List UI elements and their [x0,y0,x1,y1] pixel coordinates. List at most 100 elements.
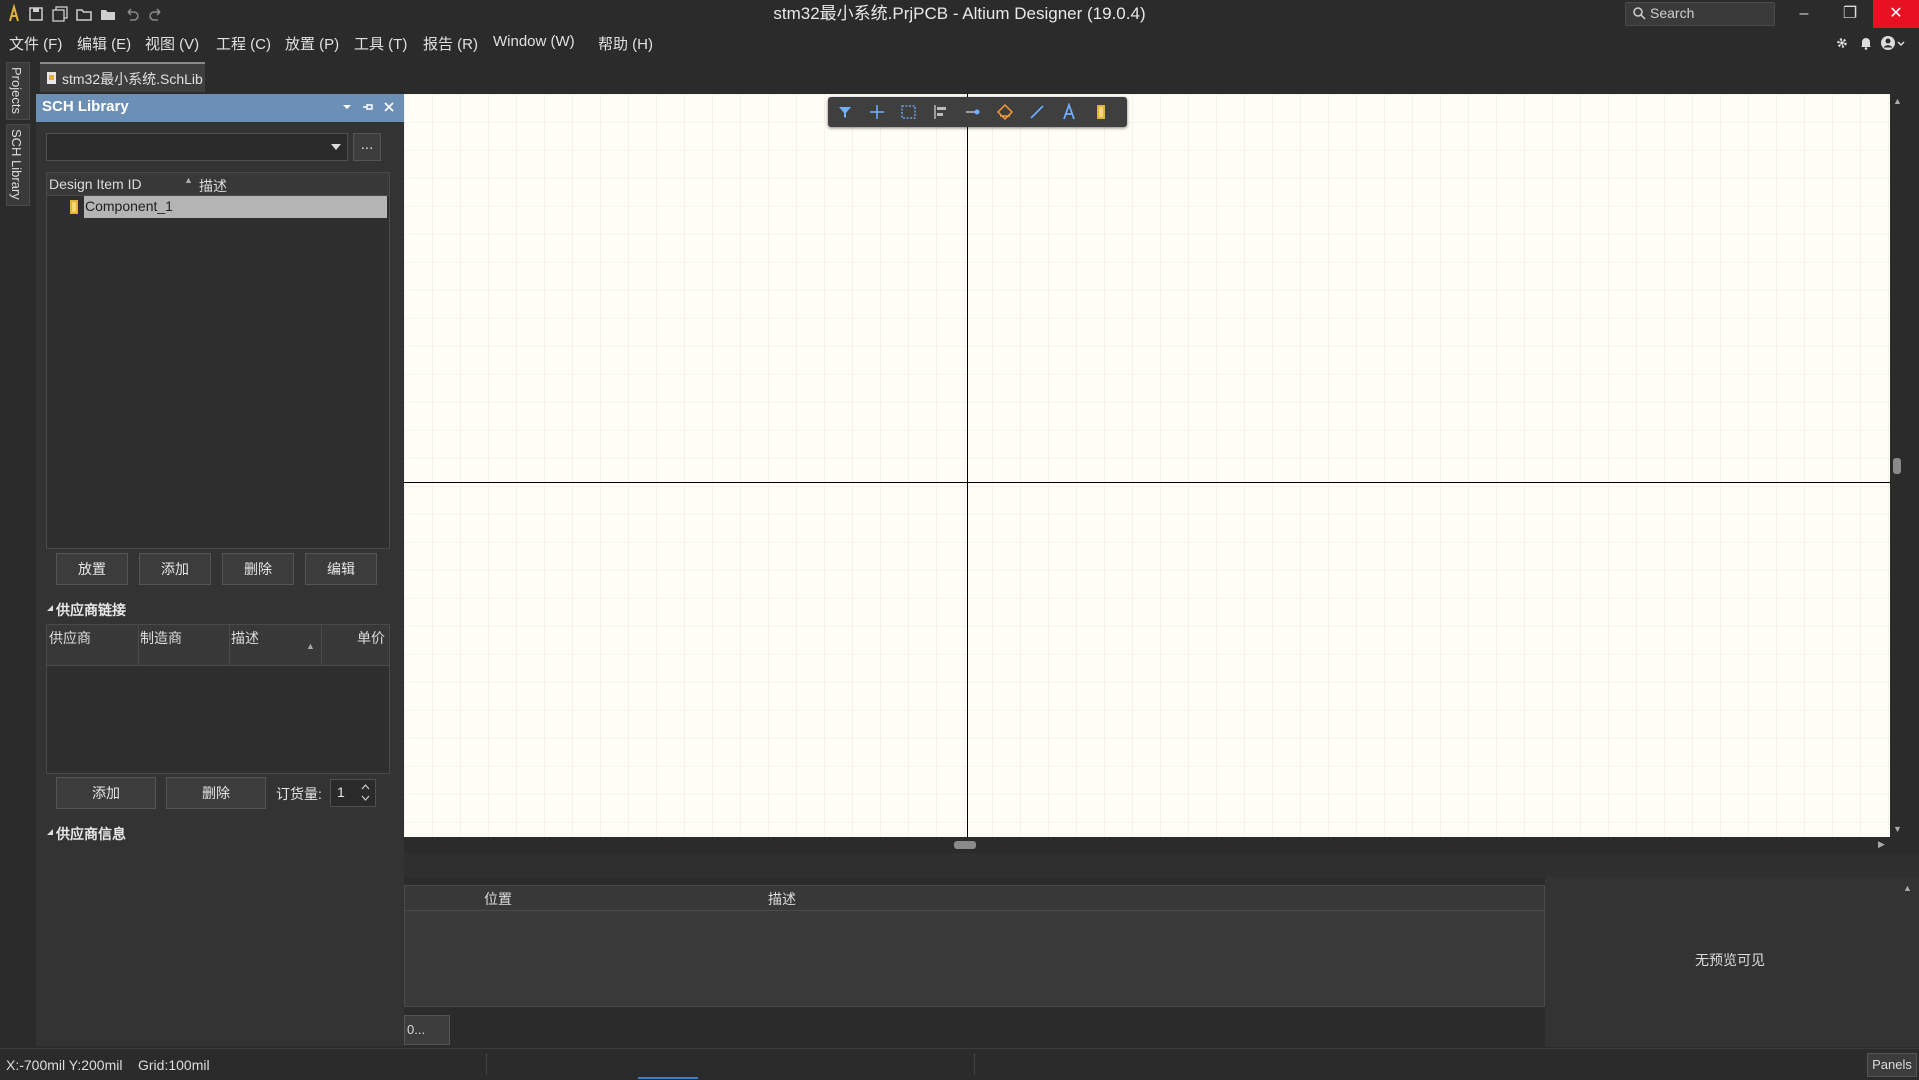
column-unit-price[interactable]: 单价 [357,628,385,648]
collapse-arrow-icon[interactable] [46,604,54,612]
library-filter-combo[interactable] [46,133,348,161]
menu-place[interactable]: 放置 (P) [285,33,339,54]
origin-horizontal-axis [404,482,1890,483]
add-component-part-icon[interactable] [1091,102,1111,122]
supplier-delete-button[interactable]: 删除 [166,777,266,809]
supplier-info-heading[interactable]: 供应商信息 [56,824,126,844]
part-button[interactable]: 0... [404,1015,450,1045]
column-description[interactable]: 描述 [199,176,227,196]
menu-reports[interactable]: 报告 (R) [423,33,478,54]
place-line-icon[interactable] [1027,102,1047,122]
order-quantity-spinner[interactable]: 1 [330,779,376,807]
align-icon[interactable] [931,102,951,122]
minimize-button[interactable]: – [1781,0,1827,28]
active-bar-toolbar [828,97,1127,127]
schlib-file-icon [45,71,59,85]
menu-view[interactable]: 视图 (V) [145,33,199,54]
component-icon [68,199,80,215]
collapse-arrow-icon[interactable] [46,828,54,836]
place-button[interactable]: 放置 [56,553,128,585]
user-account-icon[interactable] [1880,34,1910,52]
search-icon [1632,6,1646,20]
spin-down-icon[interactable] [361,794,370,802]
panel-close-icon[interactable] [383,101,395,113]
supplier-links-heading[interactable]: 供应商链接 [56,600,126,620]
close-button[interactable]: ✕ [1873,0,1919,28]
app-logo-icon[interactable] [4,4,24,24]
menu-tools[interactable]: 工具 (T) [354,33,407,54]
horizontal-scroll-thumb[interactable] [954,841,976,849]
edit-button[interactable]: 编辑 [305,553,377,585]
supplier-links-grid[interactable]: 供应商 制造商 描述 ▲ 单价 [46,624,390,774]
pin-icon[interactable] [362,101,374,113]
column-design-item-id[interactable]: Design Item ID [49,176,142,192]
vertical-scrollbar[interactable]: ▲ ▼ [1890,94,1906,837]
document-tab[interactable]: stm32最小系统.SchLib [40,62,205,92]
panels-button[interactable]: Panels [1867,1053,1917,1077]
delete-button[interactable]: 删除 [222,553,294,585]
component-list-header: Design Item ID ▲ 描述 [47,173,389,196]
column-location[interactable]: 位置 [484,889,512,909]
save-icon[interactable] [26,4,46,24]
menu-help[interactable]: 帮助 (H) [598,33,653,54]
browse-button[interactable]: ... [353,133,381,161]
grid-size: Grid:100mil [138,1057,210,1073]
open-project-icon[interactable] [98,4,118,24]
place-text-icon[interactable] [1059,102,1079,122]
move-icon[interactable] [867,102,887,122]
horizontal-scrollbar[interactable]: ▶ [404,837,1890,853]
menu-project[interactable]: 工程 (C) [216,33,271,54]
preview-area: 无预览可见 ▲ [1545,877,1919,1047]
projects-side-tab[interactable]: Projects [6,62,30,120]
column-pin-description[interactable]: 描述 [768,889,796,909]
document-tab-label: stm32最小系统.SchLib [62,71,203,87]
open-folder-icon[interactable] [74,4,94,24]
panel-header: SCH Library [36,94,404,122]
component-row[interactable]: Component_1 [84,196,387,218]
grid-divider [321,625,322,665]
sort-icon: ▲ [306,641,315,651]
undo-icon[interactable] [122,4,142,24]
pins-table[interactable]: 位置 描述 [404,885,1545,1007]
panel-menu-icon[interactable] [342,102,352,112]
pins-table-header: 位置 描述 [405,886,1544,911]
column-manufacturer[interactable]: 制造商 [140,628,182,648]
gear-icon[interactable] [1834,35,1850,51]
place-ieee-symbol-icon[interactable] [995,102,1015,122]
expand-up-icon[interactable]: ▲ [1903,883,1912,893]
place-pin-icon[interactable] [963,102,983,122]
order-quantity-value: 1 [337,784,345,800]
add-button[interactable]: 添加 [139,553,211,585]
cursor-coordinates: X:-700mil Y:200mil [6,1057,123,1073]
sch-library-side-tab-label: SCH Library [9,129,24,200]
schematic-canvas[interactable] [404,94,1890,837]
save-all-icon[interactable] [50,4,70,24]
menu-file[interactable]: 文件 (F) [9,33,62,54]
sch-library-side-tab[interactable]: SCH Library [6,124,30,206]
column-supplier[interactable]: 供应商 [49,628,91,648]
order-quantity-label: 订货量: [276,786,322,802]
status-divider [974,1053,975,1075]
no-preview-text: 无预览可见 [1695,952,1765,968]
supplier-add-button[interactable]: 添加 [56,777,156,809]
select-rectangle-icon[interactable] [899,102,919,122]
scroll-down-icon[interactable]: ▼ [1893,824,1902,834]
filter-icon[interactable] [835,102,855,122]
vertical-scroll-thumb[interactable] [1893,458,1901,474]
supplier-grid-header: 供应商 制造商 描述 ▲ 单价 [47,625,389,666]
panel-title: SCH Library [42,98,129,115]
spin-up-icon[interactable] [361,783,370,791]
redo-icon[interactable] [146,4,166,24]
scroll-up-icon[interactable]: ▲ [1893,96,1902,106]
bell-icon[interactable] [1858,35,1874,51]
component-list[interactable]: Design Item ID ▲ 描述 [46,172,390,549]
scroll-right-icon[interactable]: ▶ [1878,839,1885,850]
component-name: Component_1 [85,198,173,214]
restore-button[interactable]: ❐ [1827,0,1873,28]
menu-edit[interactable]: 编辑 (E) [77,33,131,54]
menu-window[interactable]: Window (W) [493,33,575,50]
search-box[interactable]: Search [1625,2,1775,26]
search-placeholder: Search [1650,5,1695,21]
document-tab-bar [0,58,1919,92]
column-supplier-description[interactable]: 描述 [231,628,259,648]
